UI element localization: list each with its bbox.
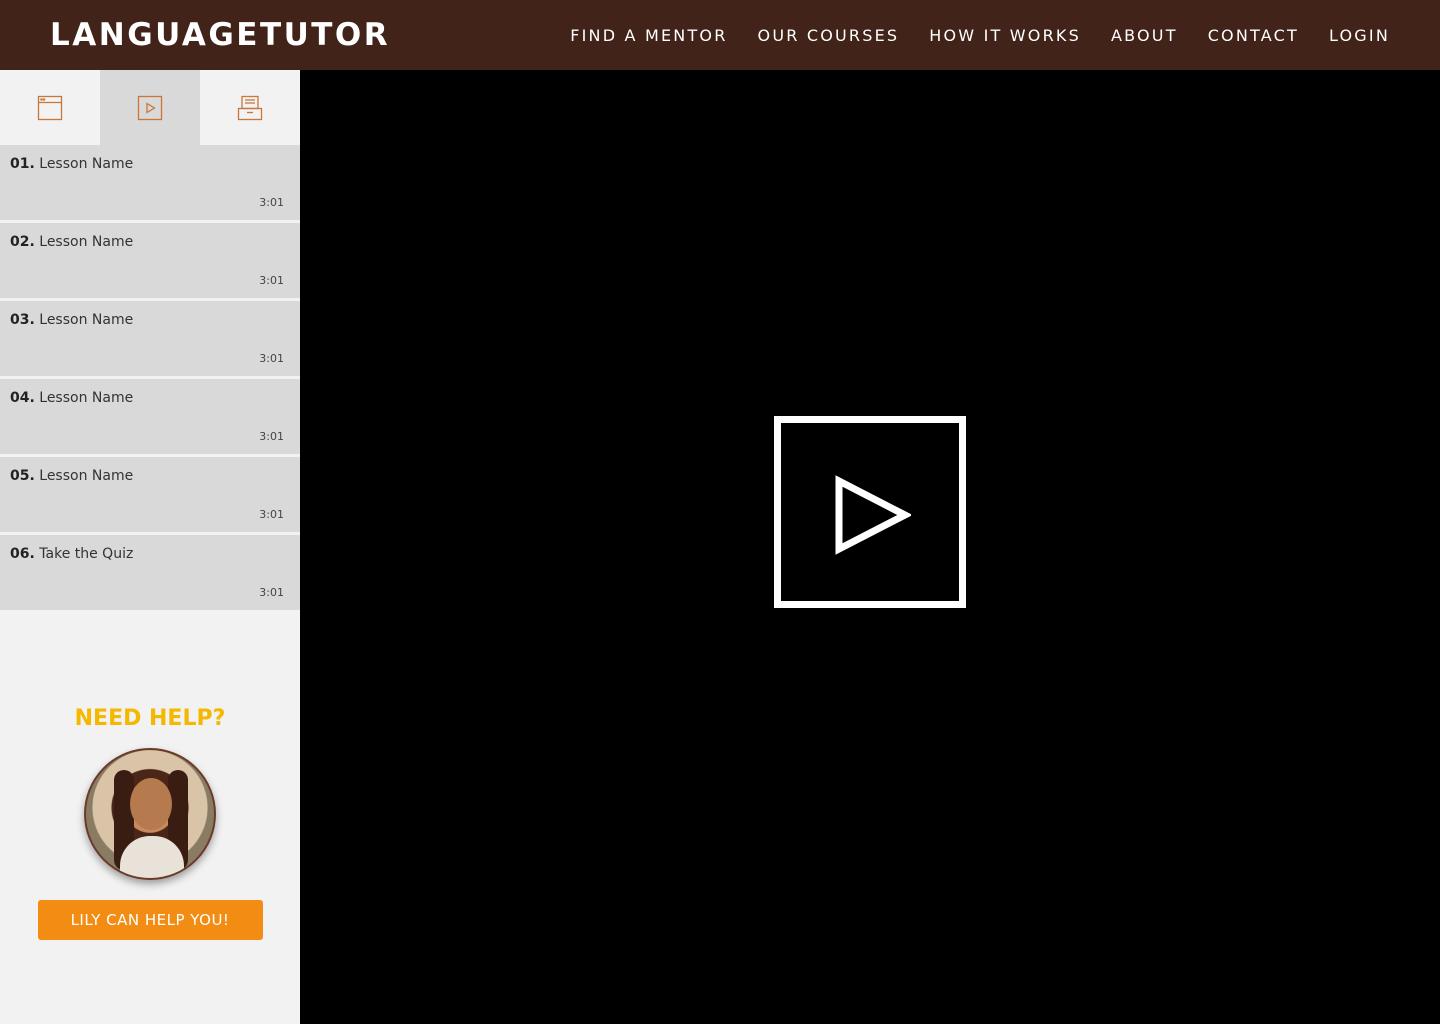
lesson-number: 01. bbox=[10, 156, 35, 172]
lesson-number: 05. bbox=[10, 468, 35, 484]
lesson-item-05[interactable]: 05. Lesson Name 3:01 bbox=[0, 457, 300, 532]
lesson-item-01[interactable]: 01. Lesson Name 3:01 bbox=[0, 145, 300, 220]
lesson-title: 06. Take the Quiz bbox=[10, 546, 133, 562]
nav-how-it-works[interactable]: HOW IT WORKS bbox=[929, 26, 1081, 45]
tab-videos[interactable] bbox=[100, 70, 200, 145]
tab-overview[interactable] bbox=[0, 70, 100, 145]
lesson-name: Lesson Name bbox=[39, 234, 134, 250]
lesson-number: 03. bbox=[10, 312, 35, 328]
tab-documents[interactable] bbox=[200, 70, 300, 145]
nav-find-a-mentor[interactable]: FIND A MENTOR bbox=[570, 26, 727, 45]
lesson-title: 02. Lesson Name bbox=[10, 234, 133, 250]
video-player[interactable] bbox=[300, 70, 1440, 1024]
lesson-name: Lesson Name bbox=[39, 468, 134, 484]
lesson-duration: 3:01 bbox=[259, 352, 284, 365]
lesson-name: Lesson Name bbox=[39, 312, 134, 328]
lesson-item-04[interactable]: 04. Lesson Name 3:01 bbox=[0, 379, 300, 454]
lesson-number: 04. bbox=[10, 390, 35, 406]
lesson-item-06-quiz[interactable]: 06. Take the Quiz 3:01 bbox=[0, 535, 300, 610]
document-stack-icon bbox=[237, 95, 263, 120]
nav-about[interactable]: ABOUT bbox=[1111, 26, 1178, 45]
lesson-duration: 3:01 bbox=[259, 274, 284, 287]
help-panel: NEED HELP? LILY CAN HELP YOU! bbox=[0, 706, 300, 940]
lesson-list: 01. Lesson Name 3:01 02. Lesson Name 3:0… bbox=[0, 145, 300, 610]
lesson-title: 04. Lesson Name bbox=[10, 390, 133, 406]
main-nav: FIND A MENTOR OUR COURSES HOW IT WORKS A… bbox=[570, 26, 1390, 45]
lesson-title: 03. Lesson Name bbox=[10, 312, 133, 328]
lesson-name: Lesson Name bbox=[39, 390, 134, 406]
lesson-number: 02. bbox=[10, 234, 35, 250]
lesson-duration: 3:01 bbox=[259, 196, 284, 209]
contact-mentor-button[interactable]: LILY CAN HELP YOU! bbox=[37, 900, 263, 940]
nav-contact[interactable]: CONTACT bbox=[1208, 26, 1299, 45]
video-play-icon bbox=[137, 95, 163, 120]
nav-our-courses[interactable]: OUR COURSES bbox=[758, 26, 900, 45]
lesson-item-02[interactable]: 02. Lesson Name 3:01 bbox=[0, 223, 300, 298]
lesson-item-03[interactable]: 03. Lesson Name 3:01 bbox=[0, 301, 300, 376]
course-sidebar: 01. Lesson Name 3:01 02. Lesson Name 3:0… bbox=[0, 70, 300, 1024]
lesson-number: 06. bbox=[10, 546, 35, 562]
play-icon bbox=[835, 475, 911, 555]
sidebar-tabs bbox=[0, 70, 300, 145]
brand-logo[interactable]: LANGUAGETUTOR bbox=[50, 17, 390, 53]
lesson-name: Take the Quiz bbox=[39, 546, 134, 562]
lesson-title: 05. Lesson Name bbox=[10, 468, 133, 484]
lesson-name: Lesson Name bbox=[39, 156, 134, 172]
help-title: NEED HELP? bbox=[74, 706, 226, 731]
play-button[interactable] bbox=[774, 416, 966, 608]
lesson-title: 01. Lesson Name bbox=[10, 156, 133, 172]
lesson-duration: 3:01 bbox=[259, 508, 284, 521]
lesson-duration: 3:01 bbox=[259, 430, 284, 443]
nav-login[interactable]: LOGIN bbox=[1329, 26, 1390, 45]
mentor-avatar[interactable] bbox=[84, 748, 216, 880]
lesson-duration: 3:01 bbox=[259, 586, 284, 599]
avatar-face bbox=[130, 778, 172, 830]
browser-window-icon bbox=[37, 95, 63, 120]
top-navigation-bar: LANGUAGETUTOR FIND A MENTOR OUR COURSES … bbox=[0, 0, 1440, 70]
